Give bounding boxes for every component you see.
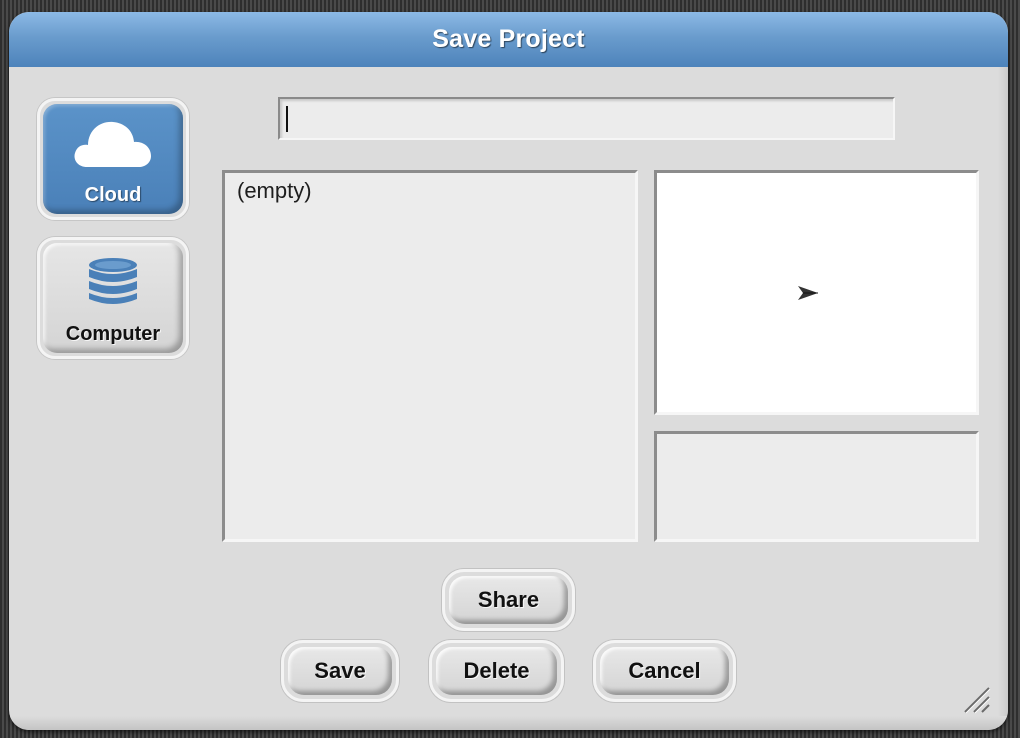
computer-source-button[interactable]: Computer <box>37 237 189 359</box>
cancel-button[interactable]: Cancel <box>593 640 736 702</box>
computer-source-button-face: Computer <box>43 243 183 353</box>
delete-button[interactable]: Delete <box>429 640 564 702</box>
save-button[interactable]: Save <box>281 640 399 702</box>
dialog-edge-shade <box>998 67 1008 730</box>
project-list[interactable]: (empty) <box>222 170 638 542</box>
delete-button-label: Delete <box>436 647 557 695</box>
project-thumbnail <box>654 170 979 415</box>
dialog-titlebar[interactable]: Save Project <box>9 12 1008 67</box>
share-button-label: Share <box>449 576 568 624</box>
cancel-button-label: Cancel <box>600 647 729 695</box>
save-button-label: Save <box>288 647 392 695</box>
cloud-source-label: Cloud <box>84 184 142 206</box>
cloud-source-button[interactable]: Cloud <box>37 98 189 220</box>
project-name-input[interactable] <box>290 99 884 140</box>
sprite-arrow-icon <box>798 286 818 300</box>
text-caret <box>286 106 288 132</box>
project-notes-field[interactable] <box>654 431 979 542</box>
save-project-dialog: Save Project Cloud Computer (empty) Shar… <box>9 12 1008 730</box>
list-item: (empty) <box>237 178 312 203</box>
project-name-field[interactable] <box>278 97 895 140</box>
share-button[interactable]: Share <box>442 569 575 631</box>
cloud-icon <box>74 121 151 167</box>
dialog-title: Save Project <box>432 25 585 53</box>
database-icon <box>89 258 137 304</box>
cloud-source-button-face: Cloud <box>43 104 183 214</box>
computer-source-label: Computer <box>65 323 161 345</box>
resize-grip-icon[interactable] <box>961 684 991 714</box>
